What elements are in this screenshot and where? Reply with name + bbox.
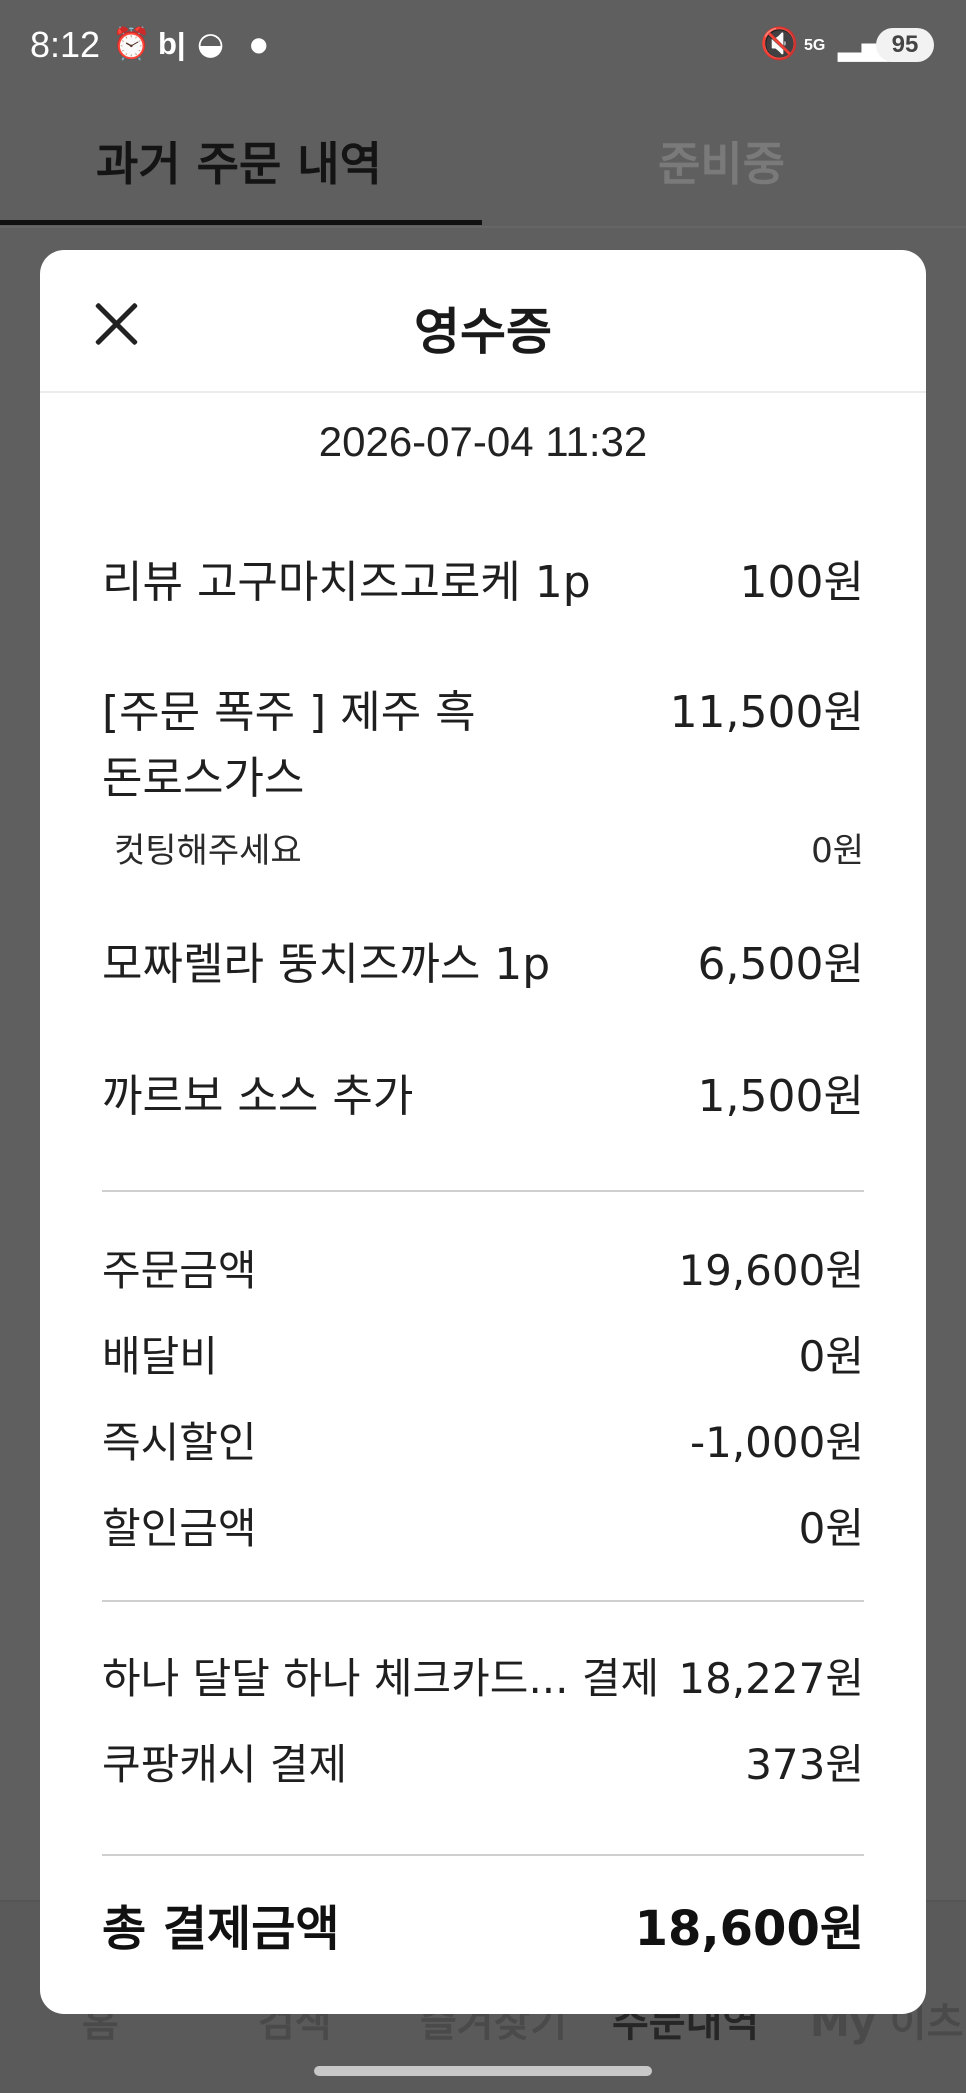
- summary-row: 즉시할인 -1,000원: [102, 1410, 864, 1476]
- active-tab-indicator: [0, 220, 482, 225]
- summary-row: 할인금액 0원: [102, 1496, 864, 1562]
- item-name: [주문 폭주 ] 제주 흑돈로스가스: [102, 687, 476, 804]
- total-label: 총 결제금액: [102, 1901, 340, 1957]
- summary-label: 배달비: [102, 1332, 218, 1381]
- b-app-icon: b|: [158, 26, 186, 61]
- summary-value: 0원: [798, 1504, 864, 1553]
- summary-value: -1,000원: [689, 1418, 864, 1467]
- item-price: 100원: [739, 557, 864, 608]
- item-price: 11,500원: [669, 687, 864, 738]
- total-value: 18,600원: [634, 1901, 864, 1957]
- summary-label: 주문금액: [102, 1246, 257, 1295]
- summary-row: 주문금액 19,600원: [102, 1238, 864, 1304]
- payment-row: 하나 달달 하나 체크카드... 결제 18,227원: [102, 1646, 864, 1712]
- receipt-item: 모짜렐라 뚱치즈까스 1p 6,500원: [102, 932, 864, 998]
- status-bar: 8:12 ⏰ b| ◒ ● 🔇 5G ▂▄▆ 95: [0, 0, 966, 92]
- status-time: 8:12: [30, 24, 101, 65]
- summary-label: 즉시할인: [102, 1418, 257, 1467]
- tab-preparing[interactable]: 준비중: [658, 128, 785, 194]
- receipt-modal: 영수증 2026-07-04 11:32 리뷰 고구마치즈고로케 1p 100원…: [40, 250, 926, 2014]
- modal-header: 영수증: [40, 250, 926, 393]
- payment-value: 18,227원: [678, 1654, 864, 1703]
- divider: [102, 1600, 864, 1602]
- divider: [102, 1190, 864, 1192]
- payment-label: 쿠팡캐시 결제: [102, 1740, 348, 1789]
- battery-indicator: 95: [876, 28, 934, 62]
- divider: [102, 1854, 864, 1856]
- payment-value: 373원: [745, 1740, 864, 1789]
- payment-label: 하나 달달 하나 체크카드... 결제: [102, 1654, 660, 1703]
- order-tabs: 과거 주문 내역 준비중: [0, 92, 966, 228]
- option-name: 컷팅해주세요: [114, 831, 302, 871]
- mute-icon: 🔇: [760, 26, 799, 62]
- summary-row: 배달비 0원: [102, 1324, 864, 1390]
- alarm-icon: ⏰: [112, 26, 151, 62]
- 5g-icon: 5G: [804, 37, 826, 54]
- modal-title: 영수증: [414, 303, 552, 361]
- total-row: 총 결제금액 18,600원: [102, 1896, 864, 1962]
- summary-value: 19,600원: [678, 1246, 864, 1295]
- item-price: 6,500원: [697, 939, 864, 990]
- summary-value: 0원: [798, 1332, 864, 1381]
- home-indicator[interactable]: [314, 2066, 652, 2076]
- item-name: 모짜렐라 뚱치즈까스 1p: [102, 939, 551, 990]
- item-name: 리뷰 고구마치즈고로케 1p: [102, 557, 591, 608]
- pokeball-icon: ◒: [197, 26, 225, 62]
- item-option: 컷팅해주세요 0원: [102, 826, 864, 876]
- dot-icon: ●: [250, 32, 268, 56]
- summary-label: 할인금액: [102, 1504, 257, 1553]
- item-name: 까르보 소스 추가: [102, 1071, 414, 1122]
- order-datetime: 2026-07-04 11:32: [318, 418, 648, 465]
- receipt-item: 리뷰 고구마치즈고로케 1p 100원: [102, 550, 864, 616]
- item-price: 1,500원: [697, 1071, 864, 1122]
- option-price: 0원: [811, 831, 864, 871]
- tabs-divider: [0, 226, 966, 228]
- tab-past-orders[interactable]: 과거 주문 내역: [96, 128, 382, 194]
- receipt-item: 까르보 소스 추가 1,500원: [102, 1064, 864, 1130]
- payment-row: 쿠팡캐시 결제 373원: [102, 1732, 864, 1798]
- receipt-item: [주문 폭주 ] 제주 흑돈로스가스 11,500원: [102, 680, 864, 812]
